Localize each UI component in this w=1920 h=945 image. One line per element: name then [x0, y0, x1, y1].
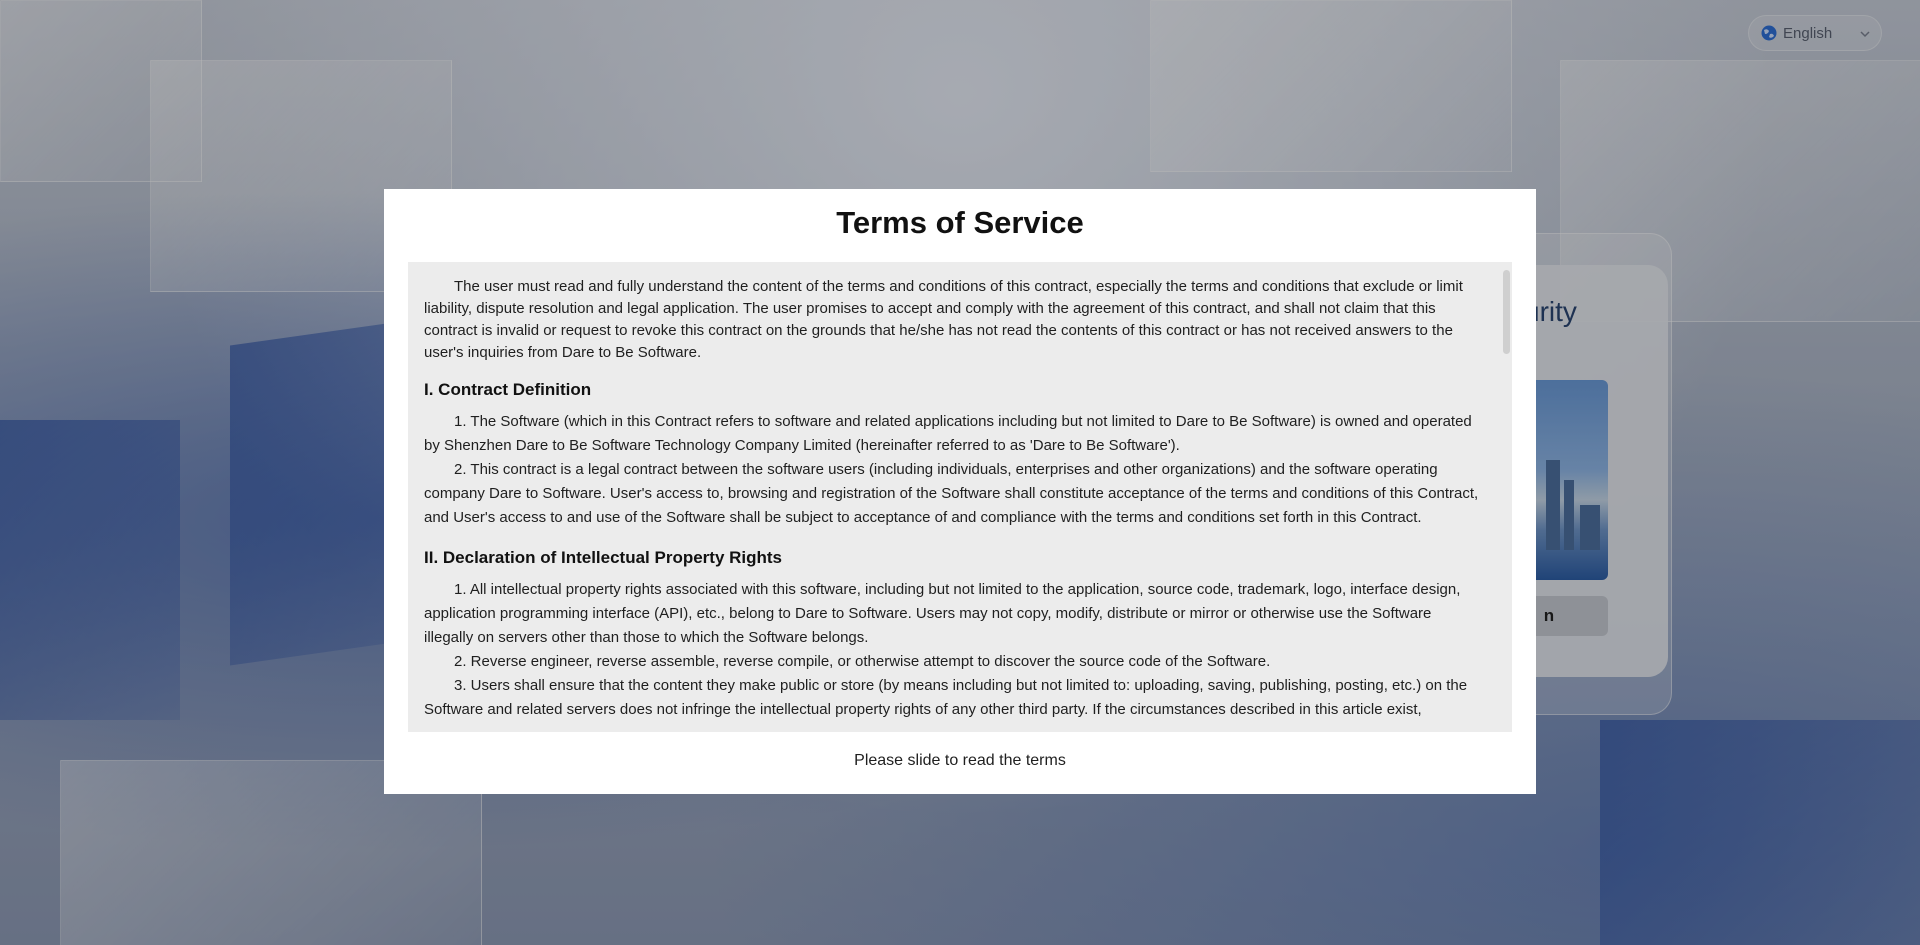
- section-heading: I. Contract Definition: [424, 380, 592, 399]
- section-heading: II. Declaration of Intellectual Property…: [424, 548, 783, 567]
- section-item: 1. The Software (which in this Contract …: [424, 413, 1472, 454]
- section-item: 2. Reverse engineer, reverse assemble, r…: [454, 653, 1271, 670]
- modal-title: Terms of Service: [836, 205, 1084, 240]
- scrollbar[interactable]: [1502, 262, 1512, 732]
- section-item: 2. This contract is a legal contract bet…: [424, 461, 1479, 526]
- terms-modal: Terms of Service The user must read and …: [384, 189, 1536, 794]
- scrollbar-thumb[interactable]: [1503, 270, 1510, 354]
- terms-content: The user must read and fully understand …: [424, 276, 1484, 722]
- terms-intro: The user must read and fully understand …: [424, 278, 1463, 361]
- section-item: 1. All intellectual property rights asso…: [424, 581, 1461, 646]
- scroll-hint: Please slide to read the terms: [854, 752, 1066, 769]
- terms-scroll-area[interactable]: The user must read and fully understand …: [408, 262, 1512, 732]
- section-item: 3. Users shall ensure that the content t…: [424, 677, 1468, 718]
